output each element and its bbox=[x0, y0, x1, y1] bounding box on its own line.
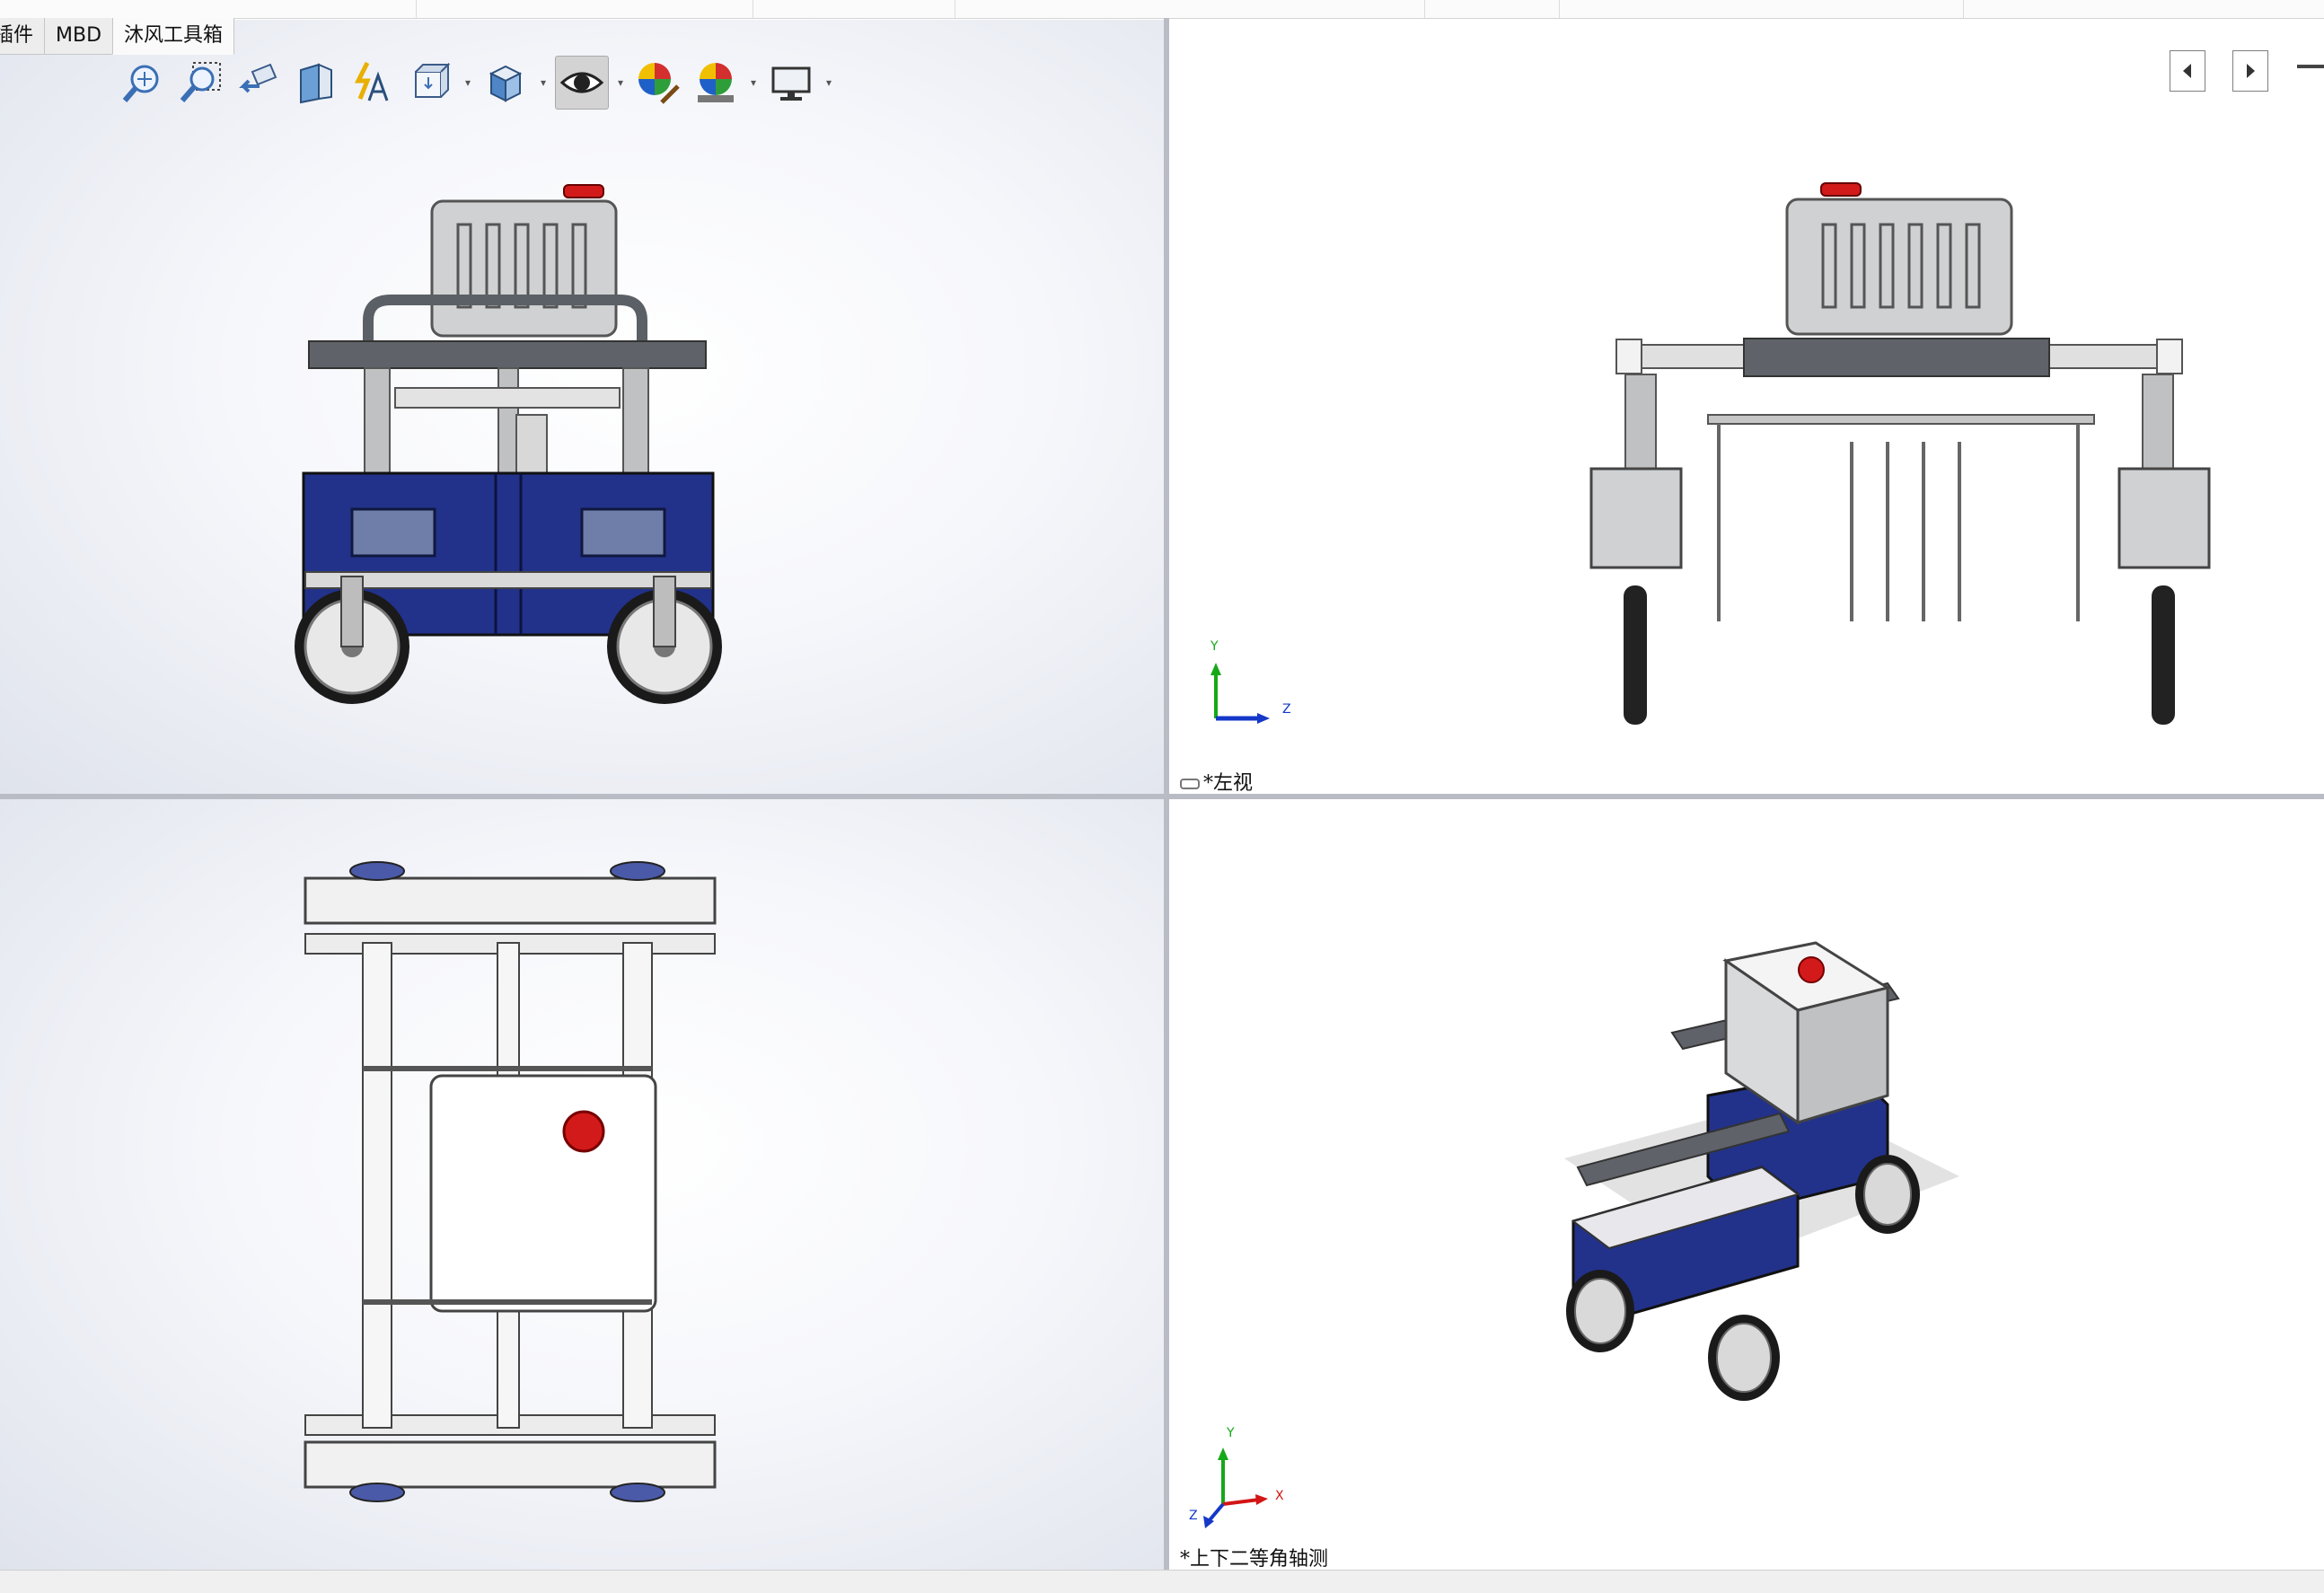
triad-y-label: Y bbox=[1227, 1426, 1235, 1440]
coordinate-triad bbox=[1203, 1448, 1268, 1528]
section-view-icon bbox=[300, 63, 332, 104]
viewport-label-dimetric: *上下二等角轴测 bbox=[1180, 1548, 1329, 1570]
model-front-view bbox=[295, 184, 722, 704]
tab-mufeng-toolbox[interactable]: 沐风工具箱 bbox=[112, 18, 235, 55]
model-left-view bbox=[1589, 182, 2211, 725]
viewport-top[interactable] bbox=[0, 799, 1164, 1570]
previous-view-icon bbox=[239, 63, 277, 93]
command-manager-tabs: 插件 MBD 沐风工具箱 bbox=[0, 18, 235, 56]
coordinate-triad bbox=[1210, 663, 1270, 724]
tab-mbd[interactable]: MBD bbox=[44, 18, 114, 55]
model-dimetric-view bbox=[1564, 941, 1959, 1401]
apply-scene-button[interactable] bbox=[690, 57, 742, 109]
horizontal-viewport-splitter[interactable] bbox=[0, 794, 2324, 799]
tab-addins[interactable]: 插件 bbox=[0, 18, 46, 55]
hide-show-items-icon bbox=[559, 72, 604, 93]
viewport-label-left: *左视 bbox=[1180, 767, 1253, 794]
triad-y-label: Y bbox=[1210, 639, 1219, 654]
previous-view-button[interactable] bbox=[232, 57, 284, 109]
apply-scene-dropdown[interactable]: ▾ bbox=[747, 57, 760, 109]
edit-appearance-icon bbox=[638, 63, 680, 104]
view-orientation-button[interactable] bbox=[404, 57, 456, 109]
display-style-icon bbox=[489, 65, 523, 102]
view-orientation-icon bbox=[415, 62, 451, 98]
hide-show-items-dropdown[interactable]: ▾ bbox=[614, 57, 627, 109]
dynamic-annotation-views-icon bbox=[354, 61, 389, 101]
heads-up-view-toolbar: ▾ ▾ ▾ ▾ ▾ bbox=[117, 56, 835, 110]
view-orientation-dropdown[interactable]: ▾ bbox=[462, 57, 474, 109]
triad-z-label: Z bbox=[1189, 1509, 1198, 1523]
display-style-button[interactable] bbox=[480, 57, 532, 109]
zoom-to-area-button[interactable] bbox=[174, 57, 226, 109]
zoom-to-fit-icon bbox=[122, 65, 159, 102]
view-settings-button[interactable] bbox=[765, 57, 817, 109]
triad-z-label: Z bbox=[1282, 702, 1291, 717]
apply-scene-icon bbox=[698, 63, 734, 102]
viewport-left[interactable]: Y Z *左视 bbox=[1169, 20, 2324, 794]
view-settings-dropdown[interactable]: ▾ bbox=[823, 57, 835, 109]
triad-x-label: X bbox=[1275, 1489, 1284, 1503]
section-view-button[interactable] bbox=[289, 57, 341, 109]
display-style-dropdown[interactable]: ▾ bbox=[537, 57, 550, 109]
viewport-dimetric[interactable]: Y X Z *上下二等角轴测 bbox=[1169, 799, 2324, 1570]
menu-strip bbox=[0, 0, 2324, 19]
model-top-view bbox=[304, 861, 717, 1502]
viewport-front[interactable]: ▾ ▾ ▾ ▾ ▾ bbox=[0, 20, 1164, 794]
zoom-to-area-icon bbox=[180, 62, 221, 102]
bottom-tab-strip bbox=[0, 1570, 2324, 1593]
hide-show-items-button[interactable] bbox=[555, 56, 609, 110]
zoom-to-fit-button[interactable] bbox=[117, 57, 169, 109]
dynamic-annotation-views-button[interactable] bbox=[347, 57, 399, 109]
view-link-icon bbox=[1180, 779, 1200, 789]
edit-appearance-button[interactable] bbox=[632, 57, 684, 109]
view-settings-icon bbox=[771, 66, 811, 101]
